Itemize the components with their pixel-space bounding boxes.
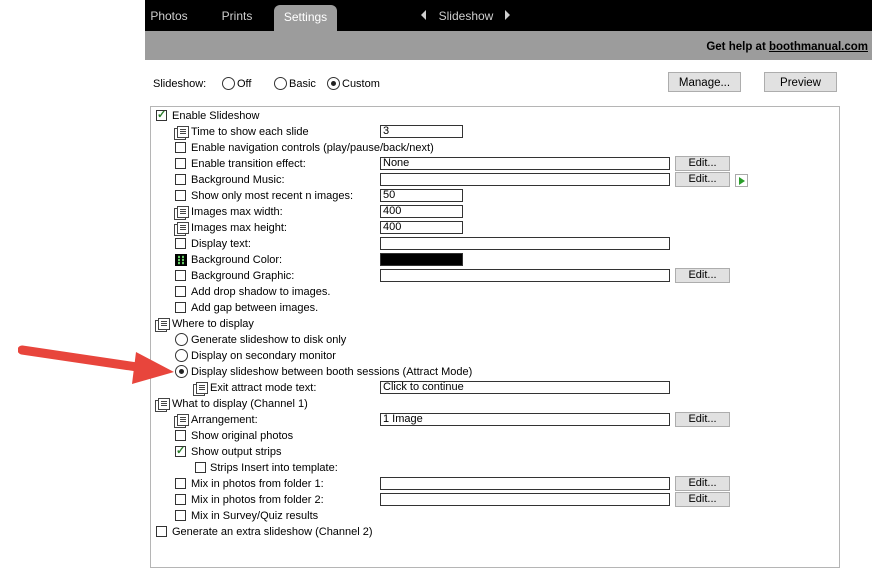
property-icon <box>155 398 170 412</box>
bg-graphic-field[interactable] <box>380 269 670 282</box>
mode-custom-radio[interactable] <box>327 77 340 90</box>
where-attract-label: Display slideshow between booth sessions… <box>191 366 473 378</box>
show-strips-label: Show output strips <box>191 446 282 458</box>
manage-button[interactable]: Manage... <box>668 72 741 92</box>
where-secondary-label: Display on secondary monitor <box>191 350 336 362</box>
next-section-icon[interactable] <box>505 10 510 20</box>
mode-custom-label: Custom <box>342 78 380 90</box>
recent-n-checkbox[interactable] <box>175 190 186 201</box>
show-original-checkbox[interactable] <box>175 430 186 441</box>
bg-music-checkbox[interactable] <box>175 174 186 185</box>
mix2-field[interactable] <box>380 493 670 506</box>
exit-text-input[interactable]: Click to continue <box>380 381 670 394</box>
max-height-label: Images max height: <box>191 222 287 234</box>
arrangement-field[interactable]: 1 Image <box>380 413 670 426</box>
nav-controls-label: Enable navigation controls (play/pause/b… <box>191 142 434 154</box>
extra-slideshow-checkbox[interactable] <box>156 526 167 537</box>
transition-checkbox[interactable] <box>175 158 186 169</box>
extra-slideshow-label: Generate an extra slideshow (Channel 2) <box>172 526 373 538</box>
nav-controls-checkbox[interactable] <box>175 142 186 153</box>
where-section-label: Where to display <box>172 318 254 330</box>
help-prefix: Get help at <box>706 41 769 53</box>
mix-survey-label: Mix in Survey/Quiz results <box>191 510 319 522</box>
bg-music-label: Background Music: <box>191 174 285 186</box>
mix1-field[interactable] <box>380 477 670 490</box>
bg-color-swatch[interactable] <box>380 253 463 266</box>
add-gap-label: Add gap between images. <box>191 302 319 314</box>
play-icon[interactable] <box>735 174 748 187</box>
show-original-label: Show original photos <box>191 430 294 442</box>
display-text-label: Display text: <box>191 238 251 250</box>
mix2-edit-button[interactable]: Edit... <box>675 492 730 507</box>
red-arrow-icon <box>18 345 174 384</box>
time-each-label: Time to show each slide <box>191 126 309 138</box>
recent-n-label: Show only most recent n images: <box>191 190 354 202</box>
transition-edit-button[interactable]: Edit... <box>675 156 730 171</box>
bg-music-edit-button[interactable]: Edit... <box>675 172 730 187</box>
mix2-label: Mix in photos from folder 2: <box>191 494 324 506</box>
drop-shadow-checkbox[interactable] <box>175 286 186 297</box>
section-nav-label: Slideshow <box>438 9 494 23</box>
mix-survey-checkbox[interactable] <box>175 510 186 521</box>
property-icon <box>155 318 170 332</box>
recent-n-input[interactable]: 50 <box>380 189 463 202</box>
exit-text-label: Exit attract mode text: <box>210 382 317 394</box>
max-height-input[interactable]: 400 <box>380 221 463 234</box>
enable-slideshow-checkbox[interactable] <box>156 108 167 121</box>
tab-prints[interactable]: Prints <box>211 0 263 31</box>
strips-insert-label: Strips Insert into template: <box>210 462 338 474</box>
max-width-label: Images max width: <box>191 206 283 218</box>
max-width-input[interactable]: 400 <box>380 205 463 218</box>
mode-off-radio[interactable] <box>222 77 235 90</box>
transition-label: Enable transition effect: <box>191 158 306 170</box>
arrangement-label: Arrangement: <box>191 414 258 426</box>
display-text-checkbox[interactable] <box>175 238 186 249</box>
what-section-label: What to display (Channel 1) <box>172 398 308 410</box>
mode-basic-label: Basic <box>289 78 316 90</box>
drop-shadow-label: Add drop shadow to images. <box>191 286 331 298</box>
bg-color-label: Background Color: <box>191 254 283 266</box>
property-icon <box>174 206 189 220</box>
property-icon <box>193 382 208 396</box>
arrangement-edit-button[interactable]: Edit... <box>675 412 730 427</box>
preview-button[interactable]: Preview <box>764 72 837 92</box>
color-grid-icon <box>175 254 187 266</box>
property-icon <box>174 126 189 140</box>
slideshow-mode-label: Slideshow: <box>153 78 207 90</box>
mix1-label: Mix in photos from folder 1: <box>191 478 324 490</box>
tab-settings[interactable]: Settings <box>274 5 337 31</box>
help-link[interactable]: boothmanual.com <box>769 41 868 53</box>
tab-photos[interactable]: Photos <box>145 0 193 31</box>
time-each-input[interactable]: 3 <box>380 125 463 138</box>
show-strips-checkbox[interactable] <box>175 444 186 457</box>
property-icon <box>174 414 189 428</box>
transition-field[interactable]: None <box>380 157 670 170</box>
mix1-checkbox[interactable] <box>175 478 186 489</box>
add-gap-checkbox[interactable] <box>175 302 186 313</box>
help-bar: Get help at boothmanual.com <box>145 31 872 60</box>
bg-graphic-edit-button[interactable]: Edit... <box>675 268 730 283</box>
mix2-checkbox[interactable] <box>175 494 186 505</box>
bg-graphic-label: Background Graphic: <box>191 270 295 282</box>
prev-section-icon[interactable] <box>421 10 426 20</box>
display-text-input[interactable] <box>380 237 670 250</box>
enable-slideshow-label: Enable Slideshow <box>172 110 260 122</box>
mode-basic-radio[interactable] <box>274 77 287 90</box>
top-tab-bar: Photos Prints Settings Slideshow <box>145 0 872 31</box>
help-text: Get help at boothmanual.com <box>706 41 868 53</box>
mode-off-label: Off <box>237 78 252 90</box>
bg-graphic-checkbox[interactable] <box>175 270 186 281</box>
property-icon <box>174 222 189 236</box>
bg-music-field[interactable] <box>380 173 670 186</box>
strips-insert-checkbox[interactable] <box>195 462 206 473</box>
where-disk-label: Generate slideshow to disk only <box>191 334 347 346</box>
mix1-edit-button[interactable]: Edit... <box>675 476 730 491</box>
